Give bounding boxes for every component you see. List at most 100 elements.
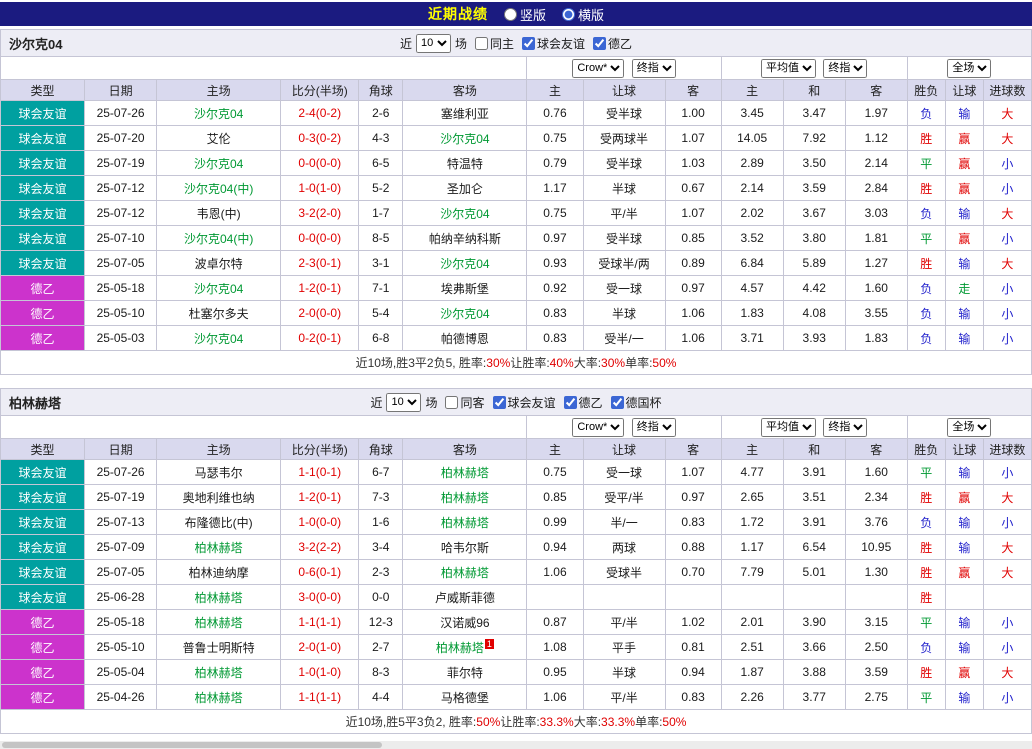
score-cell: 1-0(1-0)	[280, 175, 360, 201]
away-team-cell[interactable]: 沙尔克04	[402, 200, 528, 226]
away-team-cell[interactable]: 沙尔克04	[402, 300, 528, 326]
away-team-cell[interactable]: 圣加仑	[402, 175, 528, 201]
col-goals-header: 进球数	[982, 438, 1032, 460]
home-team-cell[interactable]: 艾伦	[156, 125, 282, 151]
home-team-cell[interactable]: 奥地利维也纳	[156, 484, 282, 510]
average-select[interactable]: 平均值	[761, 58, 817, 78]
table-row: 球会友谊 25-07-13 布隆德比(中) 1-0(0-0) 1-6 柏林赫塔 0.99 半/…	[0, 509, 1032, 535]
home-team-cell[interactable]: 沙尔克04	[156, 325, 282, 351]
team-section-schalke04: 沙尔克04 近 10 场 同主 球会友谊 德乙 Crow* 终指 平均值 终指 …	[0, 29, 1032, 375]
final-index-select[interactable]: 终指	[631, 417, 676, 437]
home-team-cell[interactable]: 沙尔克04(中)	[156, 175, 282, 201]
table-row: 德乙 25-05-03 沙尔克04 0-2(0-1) 6-8 帕德博恩 0.83 受半/一 1.…	[0, 325, 1032, 351]
full-match-select[interactable]: 全场	[947, 58, 992, 78]
match-type-cell: 球会友谊	[0, 250, 86, 276]
odds-source-filter-row: Crow* 终指 平均值 终指 全场	[0, 56, 1032, 80]
handicap-result-cell: 赢	[944, 659, 984, 685]
home-team-cell[interactable]: 沙尔克04	[156, 275, 282, 301]
german-cup-filter-checkbox[interactable]	[610, 395, 624, 409]
asian-home-odds-cell: 0.76	[526, 100, 584, 126]
friendly-filter-checkbox[interactable]	[522, 36, 535, 50]
horizontal-layout-radio[interactable]	[562, 7, 575, 21]
match-period-filter-cell: 全场	[906, 415, 1032, 439]
home-team-cell[interactable]: 普鲁士明斯特	[156, 634, 282, 660]
home-team-cell[interactable]: 杜塞尔多夫	[156, 300, 282, 326]
german-cup-filter-option[interactable]: 德国杯	[610, 394, 662, 411]
near-label: 近	[399, 36, 412, 51]
bundesliga2-filter-checkbox[interactable]	[563, 395, 577, 409]
away-team-cell[interactable]: 沙尔克04	[402, 250, 528, 276]
match-count-select[interactable]: 10	[386, 392, 422, 412]
team-name: 柏林赫塔	[9, 395, 62, 411]
home-team-cell[interactable]: 波卓尔特	[156, 250, 282, 276]
score-cell: 0-3(0-2)	[280, 125, 360, 151]
full-match-select[interactable]: 全场	[947, 417, 992, 437]
home-team-cell[interactable]: 柏林赫塔	[156, 609, 282, 635]
home-team-cell[interactable]: 沙尔克04(中)	[156, 225, 282, 251]
friendly-filter-checkbox[interactable]	[492, 395, 506, 409]
away-team-cell[interactable]: 菲尔特	[402, 659, 528, 685]
match-count-select[interactable]: 10	[415, 33, 451, 53]
table-row: 德乙 25-05-10 普鲁士明斯特 2-0(1-0) 2-7 柏林赫塔 1 1.08 平手 0.…	[0, 634, 1032, 660]
home-team-cell[interactable]: 柏林赫塔	[156, 684, 282, 710]
home-team-cell[interactable]: 布隆德比(中)	[156, 509, 282, 535]
odd-rate-value: 50%	[652, 355, 677, 370]
away-team-cell[interactable]: 沙尔克04	[402, 125, 528, 151]
euro-home-odds-cell: 3.52	[720, 225, 784, 251]
friendly-filter-option[interactable]: 球会友谊	[522, 35, 585, 52]
games-label: 场	[425, 395, 438, 410]
bookmaker-select[interactable]: Crow*	[572, 417, 625, 437]
away-team-cell[interactable]: 马格德堡	[402, 684, 528, 710]
home-team-cell[interactable]: 韦恩(中)	[156, 200, 282, 226]
bundesliga2-filter-checkbox[interactable]	[593, 36, 607, 50]
away-team-cell[interactable]: 汉诺威96	[402, 609, 528, 635]
score-cell: 3-0(0-0)	[280, 584, 360, 610]
same-away-checkbox[interactable]	[445, 395, 459, 409]
away-team-cell[interactable]: 柏林赫塔	[402, 509, 528, 535]
same-away-option[interactable]: 同客	[445, 394, 485, 411]
away-team-cell[interactable]: 柏林赫塔 1	[402, 634, 528, 660]
away-team-cell[interactable]: 帕德博恩	[402, 325, 528, 351]
home-team-cell[interactable]: 柏林赫塔	[156, 584, 282, 610]
final-index-select[interactable]: 终指	[823, 58, 868, 78]
scrollbar-thumb[interactable]	[2, 742, 382, 748]
away-team-cell[interactable]: 埃弗斯堡	[402, 275, 528, 301]
home-team-cell[interactable]: 柏林赫塔	[156, 659, 282, 685]
away-team-cell[interactable]: 哈韦尔斯	[402, 534, 528, 560]
layout-horizontal-option[interactable]: 横版	[562, 5, 604, 24]
same-home-option[interactable]: 同主	[474, 35, 514, 52]
home-team-cell[interactable]: 沙尔克04	[156, 100, 282, 126]
average-select[interactable]: 平均值	[761, 417, 817, 437]
away-team-cell[interactable]: 帕纳辛纳科斯	[402, 225, 528, 251]
euro-home-odds-cell: 2.89	[720, 150, 784, 176]
away-team-cell[interactable]: 塞维利亚	[402, 100, 528, 126]
euro-home-odds-cell: 6.84	[720, 250, 784, 276]
home-team-cell[interactable]: 柏林赫塔	[156, 534, 282, 560]
bookmaker-select[interactable]: Crow*	[572, 58, 625, 78]
euro-home-odds-cell: 4.77	[720, 459, 784, 485]
final-index-select[interactable]: 终指	[631, 58, 676, 78]
match-date-cell: 25-07-10	[84, 225, 158, 251]
bundesliga2-filter-option[interactable]: 德乙	[563, 394, 603, 411]
away-team-cell[interactable]: 柏林赫塔	[402, 484, 528, 510]
euro-draw-odds-cell: 3.93	[782, 325, 846, 351]
layout-vertical-option[interactable]: 竖版	[503, 5, 546, 24]
home-team-cell[interactable]: 沙尔克04	[156, 150, 282, 176]
same-home-checkbox[interactable]	[474, 36, 488, 50]
result-cell: 胜	[906, 484, 946, 510]
away-team-cell[interactable]: 柏林赫塔	[402, 559, 528, 585]
home-team-cell[interactable]: 马瑟韦尔	[156, 459, 282, 485]
away-team-cell[interactable]: 卢威斯菲德	[402, 584, 528, 610]
vertical-layout-radio[interactable]	[503, 7, 517, 21]
friendly-filter-option[interactable]: 球会友谊	[492, 394, 556, 411]
away-team-cell[interactable]: 特温特	[402, 150, 528, 176]
summary-text: 近10场,胜5平3负2, 胜率:	[345, 715, 477, 729]
final-index-select[interactable]: 终指	[823, 417, 868, 437]
bundesliga2-filter-option[interactable]: 德乙	[593, 35, 632, 52]
away-team-cell[interactable]: 柏林赫塔	[402, 459, 528, 485]
home-team-cell[interactable]: 柏林迪纳摩	[156, 559, 282, 585]
euro-draw-odds-cell: 3.88	[782, 659, 846, 685]
horizontal-scrollbar[interactable]	[0, 741, 1032, 749]
corner-score-cell: 0-0	[358, 584, 404, 610]
asian-away-odds-cell: 1.06	[664, 300, 722, 326]
